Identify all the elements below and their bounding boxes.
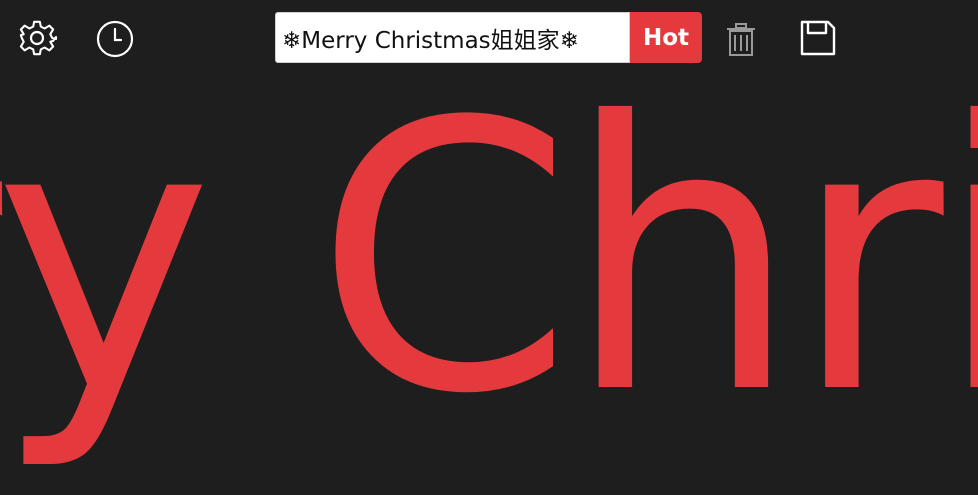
save-button[interactable] — [798, 18, 838, 58]
banner-text-input[interactable]: ❄Merry Christmas姐姐家❄ — [275, 12, 630, 63]
history-button[interactable] — [94, 18, 136, 60]
banner-text-value: ❄Merry Christmas姐姐家❄ — [282, 27, 579, 54]
clock-icon — [96, 20, 134, 58]
led-banner-screen: ry Christmas ❄Merry Christmas姐姐家❄ Hot — [0, 0, 978, 495]
hot-button[interactable]: Hot — [630, 12, 702, 63]
settings-button[interactable] — [17, 18, 59, 60]
floppy-disk-icon — [800, 20, 836, 56]
trash-icon — [727, 23, 755, 56]
scrolling-marquee-text: ry Christmas — [0, 45, 978, 475]
gear-icon — [19, 20, 58, 56]
delete-button[interactable] — [724, 20, 758, 60]
